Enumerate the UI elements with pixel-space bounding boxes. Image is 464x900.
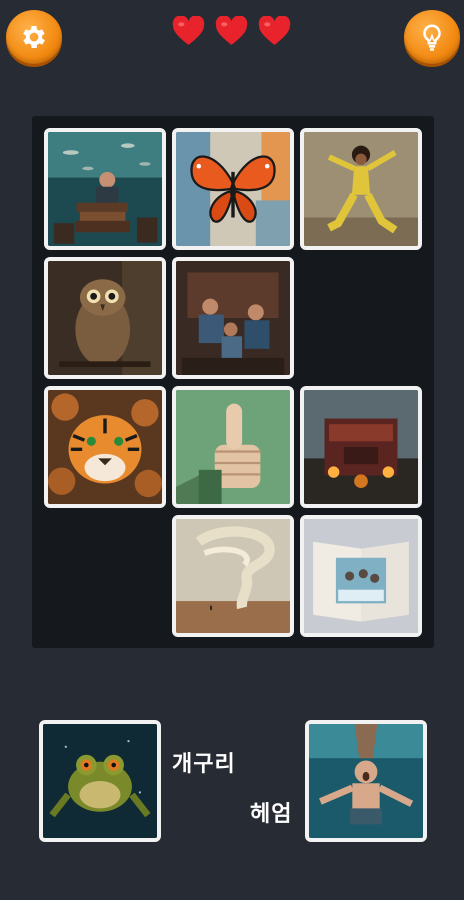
tile-open-book[interactable] <box>300 515 422 637</box>
word-label-swim: 헤엄 <box>250 802 293 827</box>
puzzle-board <box>32 116 434 648</box>
heart-icon <box>215 16 248 45</box>
hint-button[interactable] <box>404 10 460 64</box>
tile-man-reading-underwater[interactable] <box>44 128 166 250</box>
tiger-image <box>48 390 162 504</box>
swimming-woman-image <box>309 724 423 838</box>
heart-icon <box>258 16 291 45</box>
heart-icon <box>172 16 205 45</box>
tile-butterfly[interactable] <box>172 128 294 250</box>
tile-burning-truck[interactable] <box>300 386 422 508</box>
lightbulb-icon <box>423 24 441 51</box>
tornado-image <box>176 519 290 633</box>
dancing-woman-image <box>304 132 418 246</box>
word-card-swim[interactable] <box>305 720 427 842</box>
tile-thumbs-up[interactable] <box>172 386 294 508</box>
owl-image <box>48 261 162 375</box>
thumbs-up-image <box>176 390 290 504</box>
man-reading-underwater-image <box>48 132 162 246</box>
tile-tornado[interactable] <box>172 515 294 637</box>
tile-dancing-woman[interactable] <box>300 128 422 250</box>
butterfly-image <box>176 132 290 246</box>
burning-truck-image <box>304 390 418 504</box>
tile-owl[interactable] <box>44 257 166 379</box>
lives-indicator <box>172 16 291 46</box>
frog-image <box>43 724 157 838</box>
tile-tiger[interactable] <box>44 386 166 508</box>
open-book-image <box>304 519 418 633</box>
settings-button[interactable] <box>6 10 62 64</box>
tile-mechanics-working[interactable] <box>172 257 294 379</box>
word-card-frog[interactable] <box>39 720 161 842</box>
word-label-frog: 개구리 <box>172 752 236 777</box>
game-screen: 개구리 헤엄 <box>0 0 464 900</box>
mechanics-working-image <box>176 261 290 375</box>
gear-icon <box>23 26 45 48</box>
